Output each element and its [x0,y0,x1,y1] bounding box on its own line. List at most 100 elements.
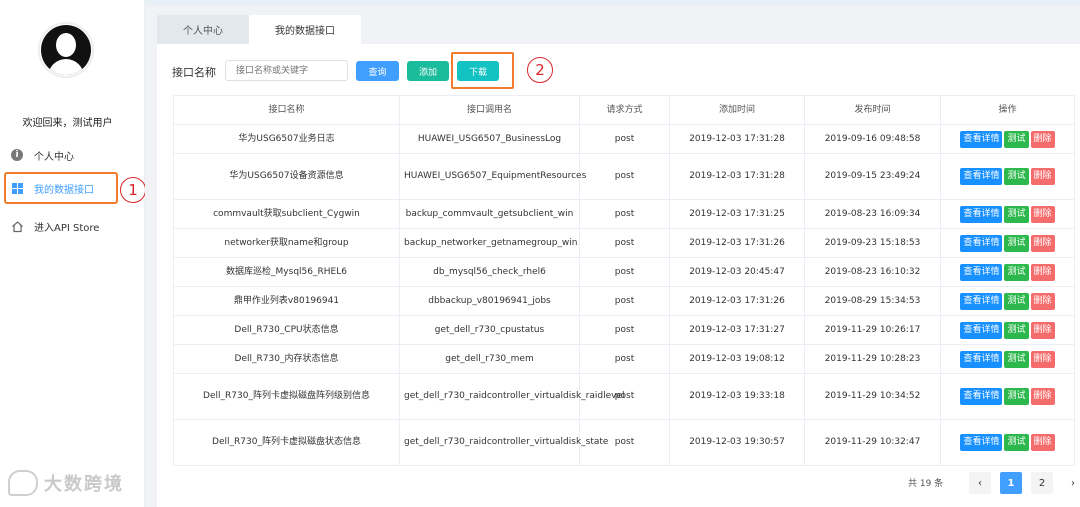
column-header: 添加时间 [669,95,805,125]
sidebar-item-label: 我的数据接口 [34,184,94,196]
test-button[interactable]: 测试 [1004,205,1029,223]
published-time-cell: 2019-11-29 10:32:47 [804,419,941,466]
method-cell: post [579,153,670,200]
published-time-cell: 2019-08-23 16:10:32 [804,257,941,287]
api-table: 接口名称 接口调用名 请求方式 添加时间 发布时间 操作 华为USG6507业务… [173,95,1075,466]
call-name-cell: get_dell_r730_raidcontroller_virtualdisk… [399,373,625,420]
call-name-cell: db_mysql56_check_rhel6 [399,257,580,287]
delete-button[interactable]: 删除 [1030,434,1055,451]
test-button[interactable]: 测试 [1004,168,1029,185]
api-name-cell: networker获取name和group [173,228,400,258]
added-time-cell: 2019-12-03 17:31:28 [669,153,805,200]
test-button[interactable]: 测试 [1004,292,1029,310]
api-name-cell: commvault获取subclient_Cygwin [173,199,400,229]
sidebar-item-api-store[interactable]: 进入API Store [6,213,141,239]
actions-cell: 查看详情 测试 删除 [940,153,1075,200]
call-name-cell: HUAWEI_USG6507_BusinessLog [399,124,580,154]
actions-cell: 查看详情 测试 删除 [940,199,1075,229]
delete-button[interactable]: 删除 [1030,388,1055,405]
pagination-prev-button[interactable]: ‹ [969,472,991,494]
delete-button[interactable]: 删除 [1030,350,1055,368]
search-label: 接口名称 [172,66,216,79]
sidebar: 欢迎回来，测试用户 i 个人中心 我的数据接口 1 进入API Store 大数… [0,0,146,507]
view-details-button[interactable]: 查看详情 [960,434,1003,451]
pagination-total: 共 19 条 [908,479,944,489]
test-button[interactable]: 测试 [1004,321,1029,339]
published-time-cell: 2019-09-16 09:48:58 [804,124,941,154]
call-name-cell: dbbackup_v80196941_jobs [399,286,580,316]
test-button[interactable]: 测试 [1004,350,1029,368]
delete-button[interactable]: 删除 [1030,205,1055,223]
table-row: 华为USG6507业务日志 HUAWEI_USG6507_BusinessLog p… [173,124,1075,154]
test-button[interactable]: 测试 [1004,234,1029,252]
added-time-cell: 2019-12-03 17:31:26 [669,228,805,258]
added-time-cell: 2019-12-03 19:33:18 [669,373,805,420]
view-details-button[interactable]: 查看详情 [960,388,1003,405]
annotation-marker-1: 1 [120,177,146,203]
added-time-cell: 2019-12-03 19:08:12 [669,344,805,374]
column-header: 接口调用名 [399,95,580,125]
delete-button[interactable]: 删除 [1030,292,1055,310]
download-button[interactable]: 下载 [457,61,499,81]
table-row: 鼎甲作业列表v80196941 dbbackup_v80196941_jobs po… [173,286,1075,316]
column-header: 接口名称 [173,95,400,125]
actions-cell: 查看详情 测试 删除 [940,373,1075,420]
watermark: 大数跨境 [8,470,124,496]
published-time-cell: 2019-08-23 16:09:34 [804,199,941,229]
api-name-cell: 鼎甲作业列表v80196941 [173,286,400,316]
test-button[interactable]: 测试 [1004,388,1029,405]
pagination-page-1[interactable]: 1 [1000,472,1022,494]
table-row: Dell_R730_CPU状态信息 get_dell_r730_cpustatus… [173,315,1075,345]
sidebar-item-personal-center[interactable]: i 个人中心 [6,142,141,168]
add-button[interactable]: 添加 [407,61,449,81]
query-button[interactable]: 查询 [356,61,399,81]
call-name-cell: HUAWEI_USG6507_EquipmentResources [399,153,586,200]
top-band [145,0,1080,6]
view-details-button[interactable]: 查看详情 [960,168,1003,185]
pagination-page-2[interactable]: 2 [1031,472,1053,494]
method-cell: post [579,315,670,345]
sidebar-item-my-data-api[interactable]: 我的数据接口 [4,172,118,204]
view-details-button[interactable]: 查看详情 [960,321,1003,339]
view-details-button[interactable]: 查看详情 [960,263,1003,281]
tab-my-data-api[interactable]: 我的数据接口 [249,15,361,44]
added-time-cell: 2019-12-03 17:31:28 [669,124,805,154]
delete-button[interactable]: 删除 [1030,168,1055,185]
welcome-text: 欢迎回来，测试用户 [22,118,113,129]
api-name-cell: 华为USG6507设备资源信息 [173,153,400,200]
table-row: Dell_R730_阵列卡虚拟磁盘状态信息 get_dell_r730_raidc… [173,419,1075,466]
added-time-cell: 2019-12-03 20:45:47 [669,257,805,287]
table-row: Dell_R730_内存状态信息 get_dell_r730_mem post 201… [173,344,1075,374]
home-icon [10,219,24,233]
view-details-button[interactable]: 查看详情 [960,292,1003,310]
method-cell: post [579,257,670,287]
test-button[interactable]: 测试 [1004,263,1029,281]
view-details-button[interactable]: 查看详情 [960,205,1003,223]
search-input[interactable] [225,60,348,81]
table-row: 华为USG6507设备资源信息 HUAWEI_USG6507_EquipmentR… [173,153,1075,200]
delete-button[interactable]: 删除 [1030,321,1055,339]
watermark-logo-icon [8,470,38,496]
delete-button[interactable]: 删除 [1030,234,1055,252]
sidebar-item-label: 个人中心 [34,151,74,163]
api-name-cell: Dell_R730_CPU状态信息 [173,315,400,345]
tab-personal-center[interactable]: 个人中心 [157,15,249,44]
delete-button[interactable]: 删除 [1030,130,1055,148]
test-button[interactable]: 测试 [1004,130,1029,148]
column-header: 操作 [940,95,1075,125]
avatar[interactable] [38,22,94,78]
table-header-row: 接口名称 接口调用名 请求方式 添加时间 发布时间 操作 [173,95,1075,125]
delete-button[interactable]: 删除 [1030,263,1055,281]
view-details-button[interactable]: 查看详情 [960,130,1003,148]
test-button[interactable]: 测试 [1004,434,1029,451]
published-time-cell: 2019-11-29 10:34:52 [804,373,941,420]
pagination-next-button[interactable]: › [1062,472,1080,494]
call-name-cell: get_dell_r730_raidcontroller_virtualdisk… [399,419,608,466]
tab-bar: 个人中心 我的数据接口 [157,15,361,44]
method-cell: post [579,344,670,374]
view-details-button[interactable]: 查看详情 [960,350,1003,368]
api-name-cell: Dell_R730_阵列卡虚拟磁盘阵列级别信息 [173,373,400,420]
watermark-text: 大数跨境 [44,474,124,495]
published-time-cell: 2019-09-15 23:49:24 [804,153,941,200]
view-details-button[interactable]: 查看详情 [960,234,1003,252]
